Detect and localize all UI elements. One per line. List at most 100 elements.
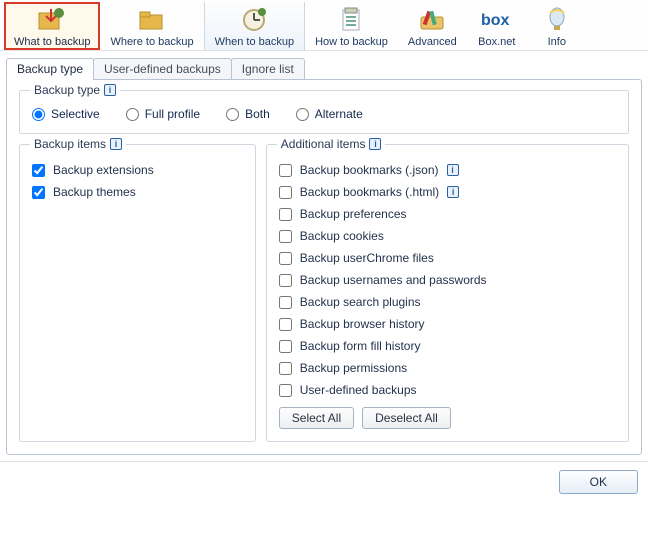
checkbox-label: Backup preferences xyxy=(300,207,407,221)
deselect-all-button[interactable]: Deselect All xyxy=(362,407,451,429)
svg-text:box: box xyxy=(481,12,510,29)
tab-backup-type[interactable]: Backup type xyxy=(6,58,94,80)
checkbox-input[interactable] xyxy=(279,164,292,177)
checkbox-user-defined-backups[interactable]: User-defined backups xyxy=(279,379,616,401)
toolbar-item-where-to-backup[interactable]: Where to backup xyxy=(100,2,203,50)
checkbox-backup-bookmarks-html-[interactable]: Backup bookmarks (.html) i xyxy=(279,181,616,203)
checkbox-input[interactable] xyxy=(279,384,292,397)
toolbar-item-advanced[interactable]: Advanced xyxy=(398,2,467,50)
checkbox-backup-browser-history[interactable]: Backup browser history xyxy=(279,313,616,335)
checkbox-label: Backup cookies xyxy=(300,229,384,243)
checkbox-label: Backup browser history xyxy=(300,317,425,331)
toolbar: What to backup Where to backup When to bac… xyxy=(0,0,648,51)
tab-user-defined-backups[interactable]: User-defined backups xyxy=(93,58,232,80)
backup-items-list: Backup extensions Backup themes xyxy=(32,159,243,203)
radio-input[interactable] xyxy=(296,108,309,121)
radio-label: Selective xyxy=(51,107,100,121)
checkbox-label: Backup bookmarks (.json) xyxy=(300,163,439,177)
toolbar-label: Advanced xyxy=(408,36,457,48)
toolbar-icon xyxy=(136,6,168,34)
checkbox-label: Backup form fill history xyxy=(300,339,421,353)
radio-label: Alternate xyxy=(315,107,363,121)
checkbox-input[interactable] xyxy=(279,208,292,221)
radio-full-profile[interactable]: Full profile xyxy=(126,107,200,121)
checkbox-input[interactable] xyxy=(279,252,292,265)
radio-input[interactable] xyxy=(32,108,45,121)
toolbar-item-what-to-backup[interactable]: What to backup xyxy=(4,2,100,50)
radio-input[interactable] xyxy=(126,108,139,121)
toolbar-item-how-to-backup[interactable]: How to backup xyxy=(305,2,398,50)
radio-label: Both xyxy=(245,107,270,121)
checkbox-input[interactable] xyxy=(279,318,292,331)
toolbar-item-box-net[interactable]: box Box.net xyxy=(467,2,527,50)
toolbar-label: When to backup xyxy=(215,36,295,48)
toolbar-icon xyxy=(335,6,367,34)
checkbox-label: Backup extensions xyxy=(53,163,154,177)
toolbar-icon xyxy=(238,6,270,34)
checkbox-label: User-defined backups xyxy=(300,383,417,397)
checkbox-label: Backup usernames and passwords xyxy=(300,273,487,287)
fieldset-backup-items: Backup items i Backup extensionsBackup t… xyxy=(19,144,256,442)
toolbar-icon xyxy=(541,6,573,34)
toolbar-label: Box.net xyxy=(478,36,515,48)
checkbox-input[interactable] xyxy=(279,186,292,199)
checkbox-backup-permissions[interactable]: Backup permissions xyxy=(279,357,616,379)
checkbox-input[interactable] xyxy=(279,296,292,309)
additional-items-list: Backup bookmarks (.json)iBackup bookmark… xyxy=(279,159,616,401)
select-all-button[interactable]: Select All xyxy=(279,407,354,429)
checkbox-backup-usernames-and-passwords[interactable]: Backup usernames and passwords xyxy=(279,269,616,291)
toolbar-label: Where to backup xyxy=(110,36,193,48)
checkbox-label: Backup themes xyxy=(53,185,136,199)
checkbox-input[interactable] xyxy=(279,340,292,353)
checkbox-backup-cookies[interactable]: Backup cookies xyxy=(279,225,616,247)
toolbar-item-info[interactable]: Info xyxy=(527,2,587,50)
info-icon[interactable]: i xyxy=(110,138,122,150)
checkbox-backup-extensions[interactable]: Backup extensions xyxy=(32,159,243,181)
checkbox-backup-search-plugins[interactable]: Backup search plugins xyxy=(279,291,616,313)
checkbox-input[interactable] xyxy=(279,230,292,243)
legend-text: Additional items xyxy=(281,137,366,151)
toolbar-item-when-to-backup[interactable]: When to backup xyxy=(204,2,306,50)
legend-text: Backup items xyxy=(34,137,106,151)
legend-backup-type: Backup type i xyxy=(30,83,120,97)
toolbar-icon xyxy=(416,6,448,34)
checkbox-backup-userchrome-files[interactable]: Backup userChrome files xyxy=(279,247,616,269)
toolbar-label: What to backup xyxy=(14,36,90,48)
toolbar-icon: box xyxy=(481,6,513,34)
legend-text: Backup type xyxy=(34,83,100,97)
checkbox-label: Backup permissions xyxy=(300,361,407,375)
checkbox-backup-form-fill-history[interactable]: Backup form fill history xyxy=(279,335,616,357)
info-icon[interactable]: i xyxy=(369,138,381,150)
toolbar-label: Info xyxy=(548,36,566,48)
footer: OK xyxy=(0,461,648,502)
checkbox-label: Backup bookmarks (.html) xyxy=(300,185,439,199)
info-icon[interactable]: i xyxy=(447,164,459,176)
radio-alternate[interactable]: Alternate xyxy=(296,107,363,121)
panel-backup-type: Backup type i Selective Full profile Both A… xyxy=(6,79,642,455)
checkbox-label: Backup search plugins xyxy=(300,295,421,309)
fieldset-additional-items: Additional items i Backup bookmarks (.js… xyxy=(266,144,629,442)
radio-input[interactable] xyxy=(226,108,239,121)
checkbox-input[interactable] xyxy=(32,164,45,177)
info-icon[interactable]: i xyxy=(447,186,459,198)
ok-button[interactable]: OK xyxy=(559,470,638,494)
tab-ignore-list[interactable]: Ignore list xyxy=(231,58,305,80)
checkbox-input[interactable] xyxy=(279,274,292,287)
radio-both[interactable]: Both xyxy=(226,107,270,121)
info-icon[interactable]: i xyxy=(104,84,116,96)
toolbar-icon xyxy=(36,6,68,34)
checkbox-input[interactable] xyxy=(32,186,45,199)
checkbox-backup-themes[interactable]: Backup themes xyxy=(32,181,243,203)
checkbox-label: Backup userChrome files xyxy=(300,251,434,265)
radio-group-backup-type: Selective Full profile Both Alternate xyxy=(32,107,616,121)
checkbox-backup-preferences[interactable]: Backup preferences xyxy=(279,203,616,225)
radio-selective[interactable]: Selective xyxy=(32,107,100,121)
legend-backup-items: Backup items i xyxy=(30,137,126,151)
radio-label: Full profile xyxy=(145,107,200,121)
tab-strip: Backup typeUser-defined backupsIgnore li… xyxy=(6,58,648,80)
legend-additional-items: Additional items i xyxy=(277,137,386,151)
toolbar-label: How to backup xyxy=(315,36,388,48)
checkbox-input[interactable] xyxy=(279,362,292,375)
checkbox-backup-bookmarks-json-[interactable]: Backup bookmarks (.json) i xyxy=(279,159,616,181)
fieldset-backup-type: Backup type i SelectiveFull profileBothA… xyxy=(19,90,629,134)
